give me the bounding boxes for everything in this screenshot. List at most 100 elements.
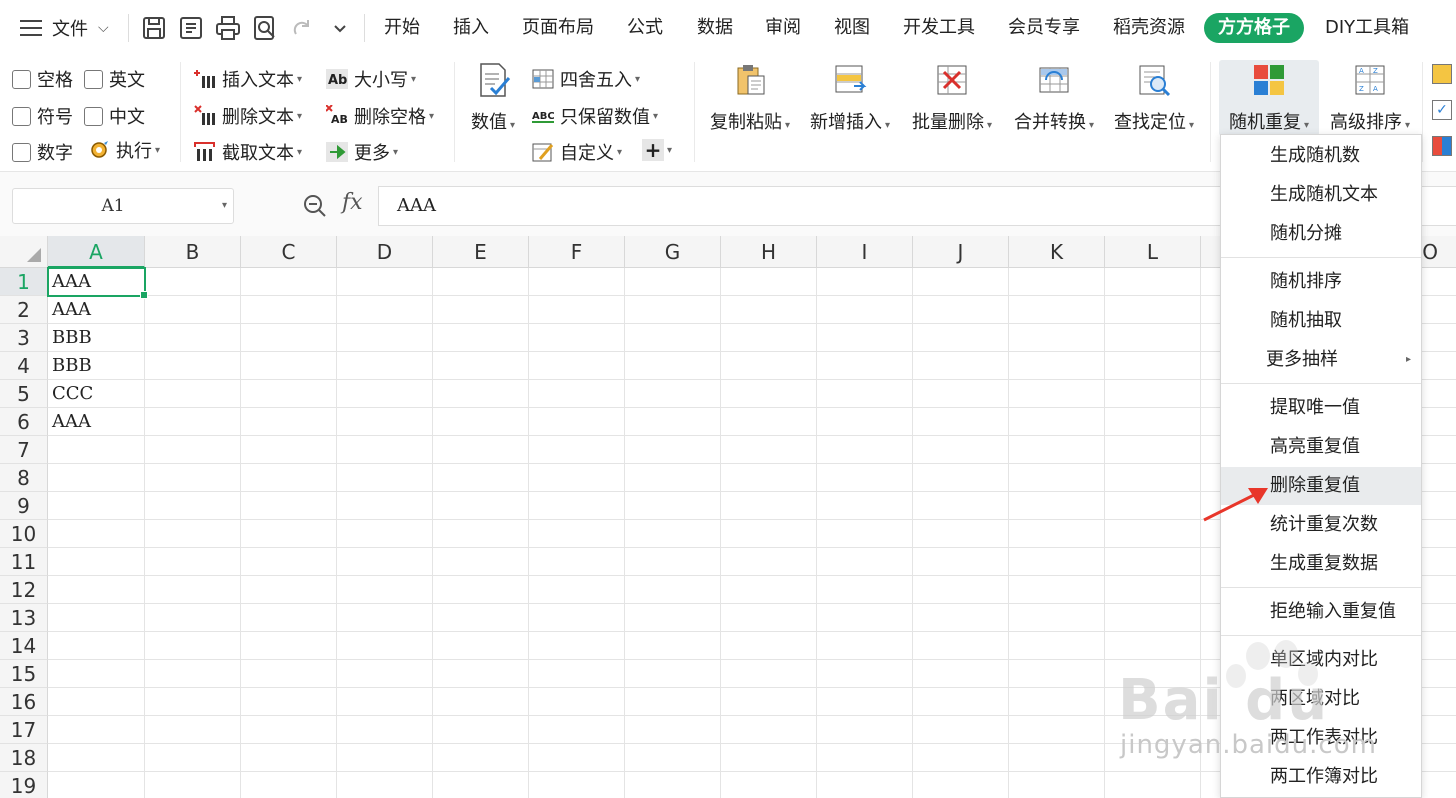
add-more-button[interactable]: + ▾: [642, 139, 672, 161]
batch-delete-button[interactable]: 批量删除 ▾: [908, 62, 996, 134]
extract-text-button[interactable]: 截取文本 ▾: [194, 139, 302, 165]
menu-item-highlight-duplicates[interactable]: 高亮重复值: [1221, 428, 1421, 466]
keep-numeric-button[interactable]: ABC 只保留数值 ▾: [532, 103, 658, 129]
zoom-out-icon[interactable]: [302, 193, 328, 219]
menu-item-random-allocation[interactable]: 随机分摊: [1221, 215, 1421, 253]
row-header-4[interactable]: 4: [0, 352, 48, 380]
customize-toolbar-icon[interactable]: [326, 14, 354, 42]
more-button[interactable]: 更多 ▾: [326, 139, 398, 165]
column-header-j[interactable]: J: [913, 236, 1009, 268]
toolbar-overflow-icon[interactable]: [1432, 64, 1452, 84]
custom-button[interactable]: 自定义 ▾: [532, 139, 622, 165]
numeric-button[interactable]: 数值 ▾: [468, 62, 518, 134]
tab-page-layout[interactable]: 页面布局: [522, 0, 594, 56]
column-header-d[interactable]: D: [337, 236, 433, 268]
checkbox-box[interactable]: [84, 69, 103, 89]
execute-button[interactable]: 执行 ▾: [88, 137, 160, 163]
tab-docer[interactable]: 稻壳资源: [1113, 0, 1185, 56]
tab-formulas[interactable]: 公式: [627, 0, 663, 56]
menu-item-random-sort[interactable]: 随机排序: [1221, 263, 1421, 301]
row-header-11[interactable]: 11: [0, 548, 48, 576]
save-icon[interactable]: [140, 14, 168, 42]
column-header-l[interactable]: L: [1105, 236, 1201, 268]
menu-item-generate-random-number[interactable]: 生成随机数: [1221, 137, 1421, 175]
column-header-h[interactable]: H: [721, 236, 817, 268]
file-menu[interactable]: 文件 ⌵: [20, 0, 109, 56]
tab-home[interactable]: 开始: [384, 0, 420, 56]
remove-spaces-button[interactable]: AB 删除空格 ▾: [326, 103, 434, 129]
column-header-f[interactable]: F: [529, 236, 625, 268]
row-header-18[interactable]: 18: [0, 744, 48, 772]
tab-review[interactable]: 审阅: [765, 0, 801, 56]
name-box[interactable]: A1 ▾: [12, 188, 234, 224]
print-preview-icon[interactable]: [251, 14, 279, 42]
column-header-g[interactable]: G: [625, 236, 721, 268]
tab-developer[interactable]: 开发工具: [903, 0, 975, 56]
column-header-b[interactable]: B: [145, 236, 241, 268]
redo-icon[interactable]: [288, 14, 316, 42]
cell-a4[interactable]: BBB: [48, 352, 144, 380]
tab-ffcell[interactable]: 方方格子: [1204, 13, 1304, 43]
cell-a2[interactable]: AAA: [48, 296, 144, 324]
row-header-17[interactable]: 17: [0, 716, 48, 744]
insert-text-button[interactable]: 插入文本 ▾: [194, 66, 302, 92]
case-button[interactable]: Ab 大小写 ▾: [326, 66, 416, 92]
find-locate-button[interactable]: 查找定位 ▾: [1110, 62, 1198, 134]
column-header-a[interactable]: A: [48, 236, 145, 268]
tab-data[interactable]: 数据: [697, 0, 733, 56]
delete-text-button[interactable]: 删除文本 ▾: [194, 103, 302, 129]
menu-item-random-pick[interactable]: 随机抽取: [1221, 302, 1421, 340]
row-header-7[interactable]: 7: [0, 436, 48, 464]
cell-a6[interactable]: AAA: [48, 408, 144, 436]
insert-new-button[interactable]: 新增插入 ▾: [806, 62, 894, 134]
dropdown-caret-icon[interactable]: ▾: [222, 189, 227, 223]
row-header-12[interactable]: 12: [0, 576, 48, 604]
copy-paste-button[interactable]: 复制粘贴 ▾: [706, 62, 794, 134]
merge-convert-button[interactable]: 合并转换 ▾: [1010, 62, 1098, 134]
tab-member[interactable]: 会员专享: [1008, 0, 1080, 56]
active-cell-cursor[interactable]: [47, 267, 148, 299]
checkbox-number[interactable]: 数字: [12, 139, 73, 165]
advanced-sort-button[interactable]: A Z Z A 高级排序 ▾: [1326, 62, 1414, 134]
checkbox-english[interactable]: 英文: [84, 66, 145, 92]
row-header-6[interactable]: 6: [0, 408, 48, 436]
row-header-19[interactable]: 19: [0, 772, 48, 798]
column-header-c[interactable]: C: [241, 236, 337, 268]
row-header-3[interactable]: 3: [0, 324, 48, 352]
row-header-8[interactable]: 8: [0, 464, 48, 492]
checkbox-box[interactable]: [12, 142, 31, 162]
row-header-13[interactable]: 13: [0, 604, 48, 632]
menu-item-more-sampling[interactable]: 更多抽样 ▸: [1221, 341, 1421, 379]
row-header-9[interactable]: 9: [0, 492, 48, 520]
row-header-2[interactable]: 2: [0, 296, 48, 324]
round-button[interactable]: 四舍五入 ▾: [532, 66, 640, 92]
grid-color-icon[interactable]: [1432, 136, 1452, 156]
checkbox-symbol[interactable]: 符号: [12, 103, 73, 129]
select-all-corner[interactable]: [0, 236, 48, 268]
menu-item-generate-duplicate-data[interactable]: 生成重复数据: [1221, 545, 1421, 583]
print-icon[interactable]: [214, 14, 242, 42]
tab-insert[interactable]: 插入: [453, 0, 489, 56]
checkbox-box[interactable]: [84, 106, 103, 126]
tab-view[interactable]: 视图: [834, 0, 870, 56]
checkbox-box[interactable]: [12, 69, 31, 89]
checkbox-chinese[interactable]: 中文: [84, 103, 145, 129]
checkbox-box[interactable]: [12, 106, 31, 126]
row-header-5[interactable]: 5: [0, 380, 48, 408]
random-repeat-button[interactable]: 随机重复 ▾: [1219, 60, 1319, 136]
row-header-1[interactable]: 1: [0, 268, 48, 296]
menu-item-reject-duplicate-input[interactable]: 拒绝输入重复值: [1221, 593, 1421, 631]
row-header-15[interactable]: 15: [0, 660, 48, 688]
checklist-icon[interactable]: ✓: [1432, 100, 1452, 120]
menu-item-extract-unique[interactable]: 提取唯一值: [1221, 389, 1421, 427]
fx-icon[interactable]: fx: [342, 190, 368, 220]
cell-a5[interactable]: CCC: [48, 380, 144, 408]
column-header-e[interactable]: E: [433, 236, 529, 268]
row-header-10[interactable]: 10: [0, 520, 48, 548]
export-icon[interactable]: [177, 14, 205, 42]
row-header-16[interactable]: 16: [0, 688, 48, 716]
row-header-14[interactable]: 14: [0, 632, 48, 660]
cell-a3[interactable]: BBB: [48, 324, 144, 352]
column-header-k[interactable]: K: [1009, 236, 1105, 268]
checkbox-space[interactable]: 空格: [12, 66, 73, 92]
